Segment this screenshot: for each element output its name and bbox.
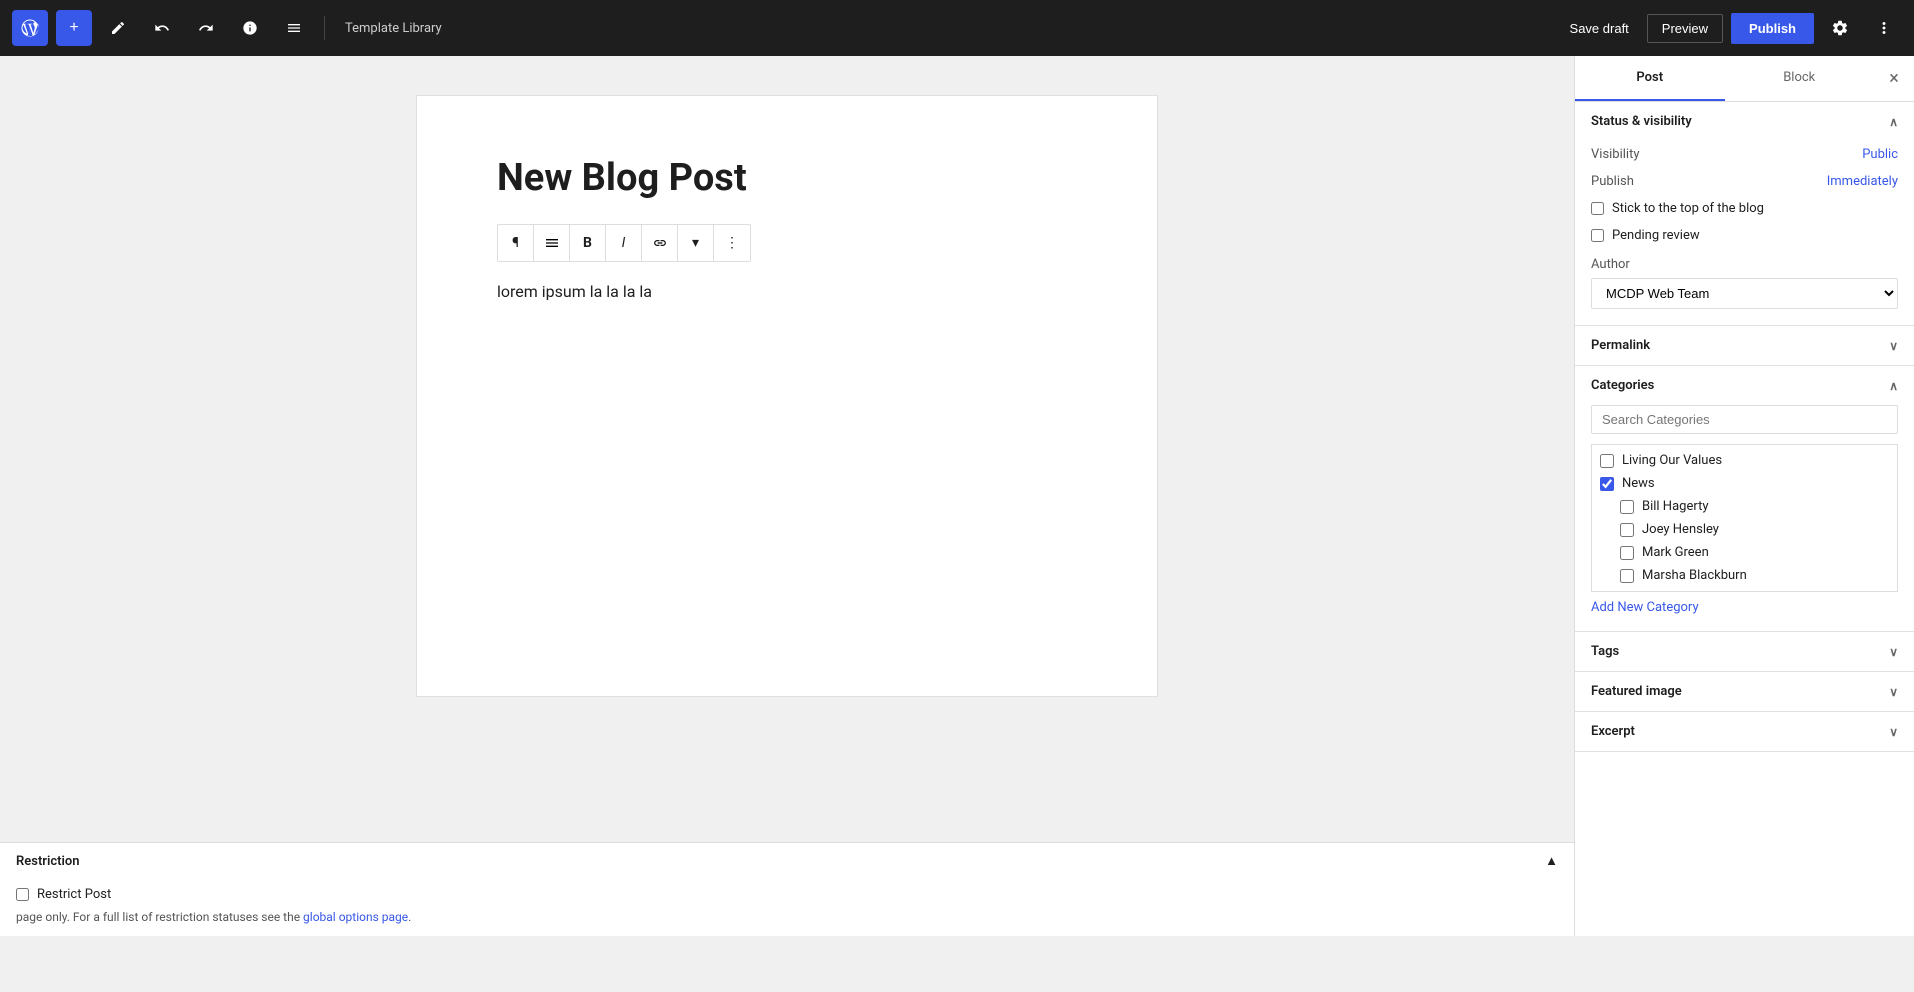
- cat-marsha-blackburn-checkbox[interactable]: [1620, 569, 1634, 583]
- edit-button[interactable]: [100, 10, 136, 46]
- permalink-title: Permalink: [1591, 338, 1650, 353]
- category-news: News: [1600, 472, 1889, 495]
- featured-image-chevron: ∨: [1889, 685, 1898, 699]
- align-button[interactable]: [534, 225, 570, 261]
- stick-top-row: Stick to the top of the blog: [1591, 195, 1898, 222]
- block-settings-button[interactable]: ⋮: [714, 225, 750, 261]
- categories-list: Living Our Values News Bill Hagerty Joey…: [1591, 444, 1898, 592]
- excerpt-title: Excerpt: [1591, 724, 1635, 739]
- stick-top-label: Stick to the top of the blog: [1612, 201, 1764, 216]
- bold-button[interactable]: B: [570, 225, 606, 261]
- post-title[interactable]: New Blog Post: [497, 156, 1077, 200]
- restrict-post-row: Restrict Post: [16, 887, 1558, 902]
- featured-image-section: Featured image ∨: [1575, 672, 1914, 712]
- permalink-chevron: ∨: [1889, 339, 1898, 353]
- status-visibility-chevron: ∧: [1889, 115, 1898, 129]
- undo-button[interactable]: [144, 10, 180, 46]
- category-marsha-blackburn: Marsha Blackburn: [1600, 564, 1889, 587]
- list-view-button[interactable]: [276, 10, 312, 46]
- categories-body: Living Our Values News Bill Hagerty Joey…: [1575, 405, 1914, 631]
- more-options-button[interactable]: [1866, 10, 1902, 46]
- pending-review-row: Pending review: [1591, 222, 1898, 249]
- excerpt-section: Excerpt ∨: [1575, 712, 1914, 752]
- categories-chevron: ∧: [1889, 379, 1898, 393]
- cat-bill-hagerty-checkbox[interactable]: [1620, 500, 1634, 514]
- visibility-value[interactable]: Public: [1862, 147, 1898, 162]
- categories-section: Categories ∧ Living Our Values News: [1575, 366, 1914, 632]
- global-options-link[interactable]: global options page: [303, 910, 408, 924]
- restrict-post-checkbox[interactable]: [16, 888, 29, 901]
- wp-logo-icon[interactable]: [12, 10, 48, 46]
- cat-mark-green-checkbox[interactable]: [1620, 546, 1634, 560]
- excerpt-header[interactable]: Excerpt ∨: [1575, 712, 1914, 751]
- featured-image-title: Featured image: [1591, 684, 1682, 699]
- author-select[interactable]: MCDP Web Team: [1591, 278, 1898, 309]
- preview-button[interactable]: Preview: [1647, 14, 1723, 43]
- search-categories-input[interactable]: [1591, 405, 1898, 434]
- close-sidebar-button[interactable]: ×: [1874, 56, 1914, 101]
- pending-review-checkbox[interactable]: [1591, 229, 1604, 242]
- settings-button[interactable]: [1822, 10, 1858, 46]
- categories-header[interactable]: Categories ∧: [1575, 366, 1914, 405]
- redo-button[interactable]: [188, 10, 224, 46]
- tab-post[interactable]: Post: [1575, 56, 1725, 101]
- tags-title: Tags: [1591, 644, 1619, 659]
- restriction-note: page only. For a full list of restrictio…: [16, 910, 1558, 924]
- tab-block[interactable]: Block: [1725, 56, 1875, 101]
- restrict-post-label: Restrict Post: [37, 887, 111, 902]
- tags-chevron: ∨: [1889, 645, 1898, 659]
- restriction-header[interactable]: Restriction ▲: [0, 843, 1574, 879]
- cat-joey-hensley-checkbox[interactable]: [1620, 523, 1634, 537]
- restriction-title: Restriction: [16, 854, 80, 869]
- save-draft-button[interactable]: Save draft: [1560, 15, 1639, 42]
- paragraph-button[interactable]: ¶: [498, 225, 534, 261]
- publish-row: Publish Immediately: [1591, 168, 1898, 195]
- status-visibility-section: Status & visibility ∧ Visibility Public …: [1575, 102, 1914, 326]
- restriction-chevron: ▲: [1545, 853, 1558, 869]
- stick-top-checkbox[interactable]: [1591, 202, 1604, 215]
- visibility-label: Visibility: [1591, 147, 1640, 162]
- author-label: Author: [1591, 257, 1898, 272]
- post-body-text[interactable]: lorem ipsum la la la la: [497, 278, 1077, 305]
- tags-header[interactable]: Tags ∨: [1575, 632, 1914, 671]
- category-joey-hensley: Joey Hensley: [1600, 518, 1889, 541]
- add-new-category-link[interactable]: Add New Category: [1591, 600, 1898, 615]
- cat-news-checkbox[interactable]: [1600, 477, 1614, 491]
- status-visibility-body: Visibility Public Publish Immediately St…: [1575, 141, 1914, 325]
- category-mark-green: Mark Green: [1600, 541, 1889, 564]
- italic-button[interactable]: I: [606, 225, 642, 261]
- tags-section: Tags ∨: [1575, 632, 1914, 672]
- sidebar-tabs: Post Block ×: [1575, 56, 1914, 102]
- add-block-button[interactable]: +: [56, 10, 92, 46]
- link-button[interactable]: [642, 225, 678, 261]
- pending-review-label: Pending review: [1612, 228, 1700, 243]
- main-layout: New Blog Post ¶ B I ▾ ⋮ lorem ipsum la l…: [0, 56, 1914, 936]
- editor-area: New Blog Post ¶ B I ▾ ⋮ lorem ipsum la l…: [0, 56, 1574, 936]
- category-living-our-values: Living Our Values: [1600, 449, 1889, 472]
- more-block-options-button[interactable]: ▾: [678, 225, 714, 261]
- publish-label: Publish: [1591, 174, 1634, 189]
- status-visibility-header[interactable]: Status & visibility ∧: [1575, 102, 1914, 141]
- topbar: + Template Library Save draft Preview Pu…: [0, 0, 1914, 56]
- category-bill-hagerty: Bill Hagerty: [1600, 495, 1889, 518]
- featured-image-header[interactable]: Featured image ∨: [1575, 672, 1914, 711]
- restriction-panel: Restriction ▲ Restrict Post page only. F…: [0, 842, 1574, 936]
- publish-value[interactable]: Immediately: [1827, 174, 1898, 189]
- template-library-label: Template Library: [345, 21, 1552, 36]
- sidebar: Post Block × Status & visibility ∧ Visib…: [1574, 56, 1914, 936]
- topbar-divider: [324, 16, 325, 40]
- editor-content: New Blog Post ¶ B I ▾ ⋮ lorem ipsum la l…: [417, 96, 1157, 696]
- excerpt-chevron: ∨: [1889, 725, 1898, 739]
- restriction-body: Restrict Post page only. For a full list…: [0, 879, 1574, 936]
- info-button[interactable]: [232, 10, 268, 46]
- permalink-section: Permalink ∨: [1575, 326, 1914, 366]
- block-toolbar: ¶ B I ▾ ⋮: [497, 224, 751, 262]
- status-visibility-title: Status & visibility: [1591, 114, 1692, 129]
- categories-title: Categories: [1591, 378, 1654, 393]
- permalink-header[interactable]: Permalink ∨: [1575, 326, 1914, 365]
- topbar-right-actions: Save draft Preview Publish: [1560, 10, 1902, 46]
- visibility-row: Visibility Public: [1591, 141, 1898, 168]
- cat-living-our-values-checkbox[interactable]: [1600, 454, 1614, 468]
- publish-button[interactable]: Publish: [1731, 13, 1814, 44]
